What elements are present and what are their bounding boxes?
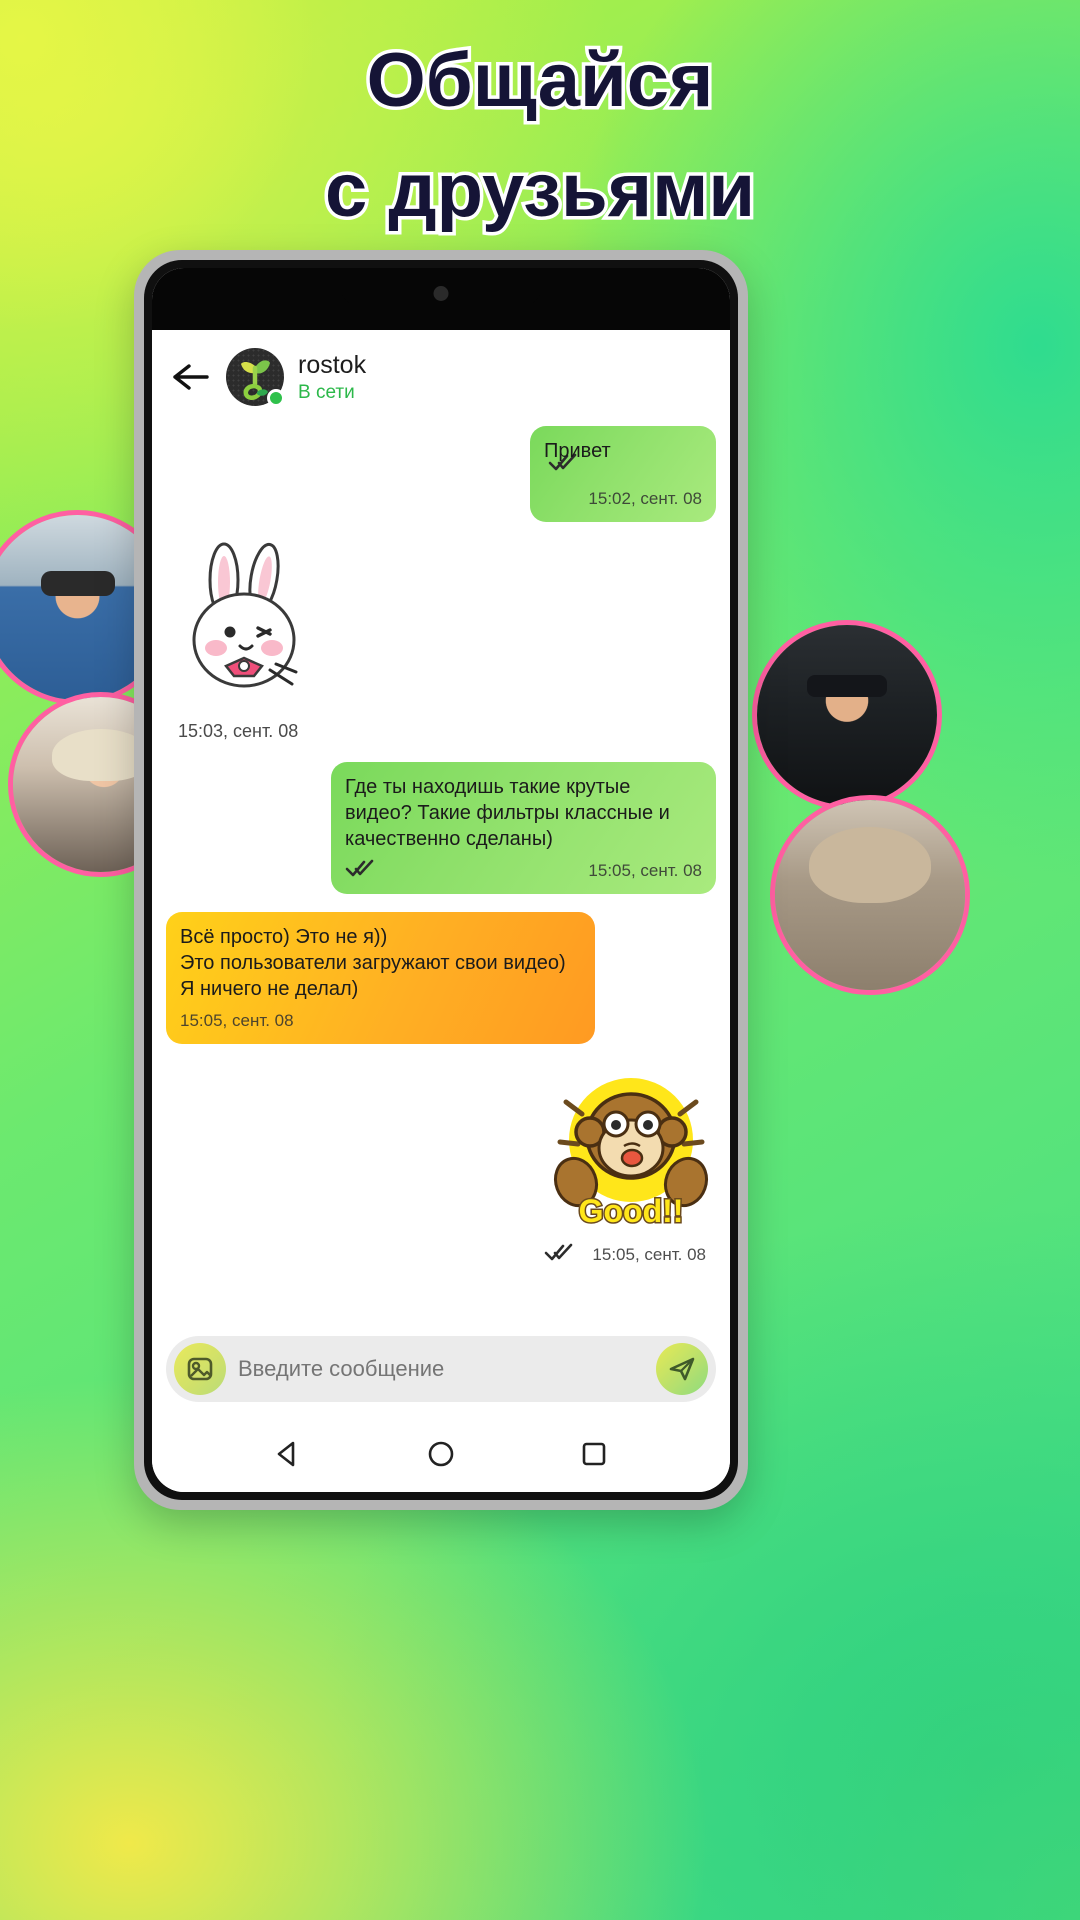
promo-headline: Общайся с друзьями: [0, 26, 1080, 246]
online-status-dot: [267, 389, 285, 407]
message-bubble-outgoing[interactable]: Где ты находишь такие крутые видео? Таки…: [331, 762, 716, 894]
monkey-good-sticker-icon[interactable]: Good!!: [546, 1062, 716, 1237]
message-time: 15:03, сент. 08: [178, 721, 299, 741]
chat-header: rostok В сети: [152, 330, 730, 420]
double-check-icon: [544, 1243, 574, 1266]
message-list[interactable]: Привет 15:02, сент. 08 15:03, сент. 08 Г…: [152, 420, 730, 1336]
peer-name: rostok: [298, 350, 367, 379]
double-check-icon: [345, 858, 375, 884]
message-time: 15:05, сент. 08: [180, 1011, 294, 1030]
android-navbar: [152, 1416, 730, 1492]
image-icon: [187, 1357, 213, 1381]
send-icon: [669, 1357, 695, 1381]
message-time: 15:05, сент. 08: [588, 861, 702, 880]
headline-line-2: с друзьями: [321, 145, 758, 237]
nav-home-button[interactable]: [424, 1437, 458, 1471]
message-text: Привет: [544, 440, 611, 462]
status-bar: [152, 268, 730, 330]
message-meta: 15:05, сент. 08: [345, 858, 702, 884]
back-button[interactable]: [170, 356, 212, 398]
message-meta: 15:05, сент. 08: [166, 1243, 706, 1266]
front-camera-icon: [433, 286, 449, 301]
attach-image-button[interactable]: [174, 1343, 226, 1395]
bunny-sticker-icon[interactable]: [166, 540, 326, 715]
message-text: Где ты находишь такие крутые видео? Таки…: [345, 776, 670, 850]
phone-mockup: rostok В сети Привет 15:02, сент. 08 15:…: [134, 250, 748, 1510]
phone-screen: rostok В сети Привет 15:02, сент. 08 15:…: [152, 268, 730, 1492]
message-time: 15:05, сент. 08: [592, 1244, 706, 1264]
arrow-left-icon: [173, 364, 209, 390]
message-meta: 15:05, сент. 08: [180, 1008, 581, 1034]
message-row: Всё просто) Это не я)) Это пользователи …: [166, 912, 716, 1044]
message-time: 15:02, сент. 08: [588, 489, 702, 508]
message-row: Где ты находишь такие крутые видео? Таки…: [166, 762, 716, 894]
message-row: [166, 540, 716, 715]
message-bubble-incoming[interactable]: Всё просто) Это не я)) Это пользователи …: [166, 912, 595, 1044]
side-photo-right-1: [752, 620, 942, 810]
peer-status: В сети: [298, 381, 355, 403]
triangle-back-icon: [278, 1441, 295, 1467]
message-text: Всё просто) Это не я)) Это пользователи …: [180, 926, 566, 1000]
sticker-label: Good!!: [579, 1193, 684, 1229]
side-photo-right-2: [770, 795, 970, 995]
message-row: Good!!: [166, 1062, 716, 1237]
headline-line-1: Общайся: [363, 35, 717, 127]
send-button[interactable]: [656, 1343, 708, 1395]
nav-back-button[interactable]: [271, 1437, 305, 1471]
message-bubble-outgoing[interactable]: Привет 15:02, сент. 08: [530, 426, 716, 522]
message-input-bar: [166, 1336, 716, 1402]
message-row: Привет 15:02, сент. 08: [166, 426, 716, 522]
message-input[interactable]: [238, 1356, 644, 1382]
circle-home-icon: [428, 1441, 454, 1467]
nav-recents-button[interactable]: [577, 1437, 611, 1471]
phone-bezel: rostok В сети Привет 15:02, сент. 08 15:…: [144, 260, 738, 1500]
square-recents-icon: [582, 1442, 605, 1466]
avatar[interactable]: [226, 348, 285, 407]
peer-info: rostok В сети: [298, 351, 366, 404]
